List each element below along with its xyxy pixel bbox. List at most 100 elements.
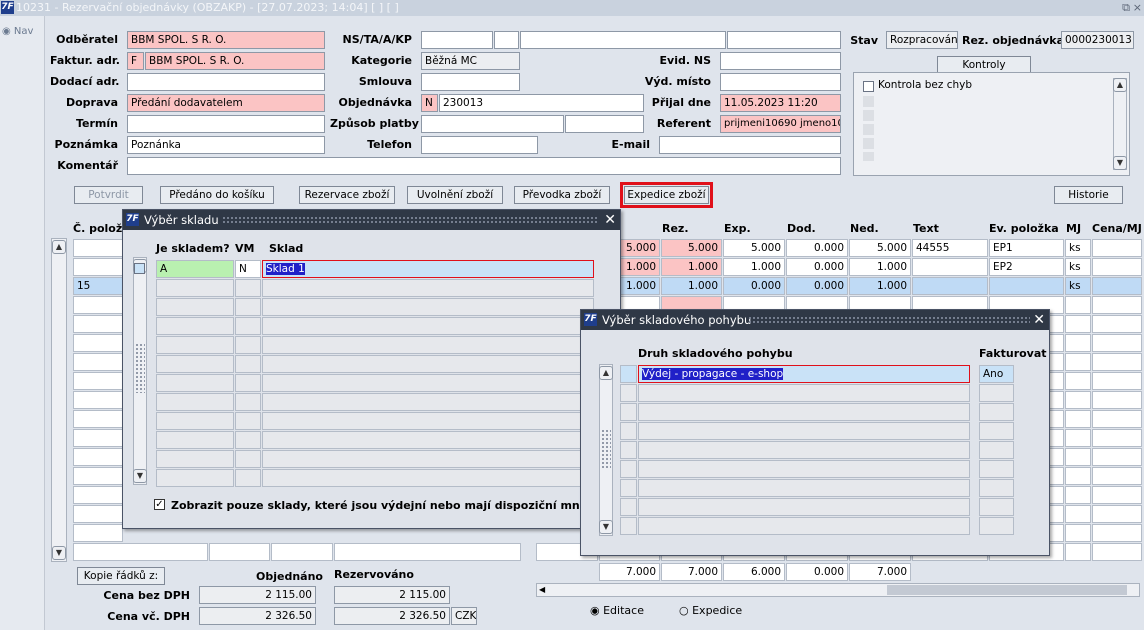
rez-objednavka-field[interactable]: 0000230013: [1061, 31, 1134, 49]
je-skladem-cell[interactable]: [156, 450, 234, 468]
faktur-prefix-field[interactable]: F: [127, 52, 144, 70]
grid-cell-mj[interactable]: ks: [1065, 258, 1091, 276]
nav-toggle[interactable]: ◉ Nav: [2, 26, 33, 37]
faktur-adr-field[interactable]: BBM SPOL. S R. O.: [145, 52, 325, 70]
grid-cell-mj[interactable]: [1065, 486, 1091, 504]
grid-cell-cena[interactable]: [1092, 258, 1142, 276]
fakturovat-cell[interactable]: [979, 479, 1014, 497]
sklad-scrollbar[interactable]: ▲ ▼: [133, 257, 147, 485]
row-cell[interactable]: [209, 543, 270, 561]
grid-cell-mj[interactable]: [1065, 543, 1091, 561]
grid-cell-dod[interactable]: 0.000: [786, 258, 848, 276]
vm-cell[interactable]: [235, 469, 261, 487]
fakturovat-cell[interactable]: [979, 460, 1014, 478]
fakturovat-cell[interactable]: Ano: [979, 365, 1014, 383]
cislo-polozky-cell[interactable]: [73, 505, 123, 523]
vm-cell[interactable]: [235, 374, 261, 392]
sklad-cell[interactable]: Sklad 1: [262, 260, 594, 278]
druh-pohybu-cell[interactable]: [638, 384, 970, 402]
grid-cell-ev[interactable]: EP2: [989, 258, 1064, 276]
dialog-close-icon[interactable]: ✕: [1033, 310, 1045, 330]
je-skladem-cell[interactable]: [156, 393, 234, 411]
je-skladem-cell[interactable]: [156, 298, 234, 316]
sklad-scroll-down-icon[interactable]: ▼: [133, 469, 147, 483]
kontroly-check-icon[interactable]: [863, 81, 874, 92]
dialog-close-icon[interactable]: ✕: [604, 210, 616, 230]
stav-field[interactable]: Rozpracován: [886, 31, 958, 49]
grid-cell-cena[interactable]: [1092, 524, 1142, 542]
vm-cell[interactable]: [235, 355, 261, 373]
row-selector[interactable]: [620, 441, 637, 459]
vm-cell[interactable]: [235, 279, 261, 297]
fakturovat-cell[interactable]: [979, 384, 1014, 402]
grid-cell-mj[interactable]: [1065, 315, 1091, 333]
vyd-misto-field[interactable]: [720, 73, 841, 91]
row-selector[interactable]: [620, 422, 637, 440]
sklad-cell[interactable]: [262, 279, 594, 297]
grid-cell-cena[interactable]: [1092, 410, 1142, 428]
vm-cell[interactable]: [235, 336, 261, 354]
row-selector[interactable]: [620, 365, 637, 383]
je-skladem-cell[interactable]: [156, 317, 234, 335]
grid-cell-mj[interactable]: [1065, 391, 1091, 409]
row-selector[interactable]: [620, 460, 637, 478]
grid-cell-mj[interactable]: [1065, 429, 1091, 447]
sklad-cell[interactable]: [262, 393, 594, 411]
cislo-polozky-cell[interactable]: [73, 372, 123, 390]
grid-cell-dod[interactable]: 0.000: [786, 239, 848, 257]
scroll-left-icon[interactable]: ◀: [539, 585, 545, 594]
ns-field-1[interactable]: [421, 31, 493, 49]
h-scroll-thumb[interactable]: [887, 585, 1127, 595]
je-skladem-cell[interactable]: [156, 355, 234, 373]
cislo-polozky-cell[interactable]: [73, 353, 123, 371]
email-field[interactable]: [659, 136, 841, 154]
grid-cell-dod[interactable]: 0.000: [786, 277, 848, 295]
sklad-cell[interactable]: [262, 412, 594, 430]
grid-cell-cena[interactable]: [1092, 467, 1142, 485]
grid-cell-cena[interactable]: [1092, 486, 1142, 504]
restore-icon[interactable]: ⧉: [1122, 0, 1130, 16]
smlouva-field[interactable]: [421, 73, 520, 91]
historie-button[interactable]: Historie: [1054, 186, 1123, 204]
rezervace-zbozi-button[interactable]: Rezervace zboží: [299, 186, 395, 204]
vm-cell[interactable]: [235, 317, 261, 335]
grid-scroll-down-icon[interactable]: ▼: [52, 546, 66, 560]
row-cell[interactable]: [334, 543, 521, 561]
grid-cell-rez[interactable]: 1.000: [661, 277, 722, 295]
cislo-polozky-cell[interactable]: [73, 315, 123, 333]
row-cell[interactable]: [271, 543, 333, 561]
druh-pohybu-cell[interactable]: [638, 517, 970, 535]
ns-field-3[interactable]: [520, 31, 726, 49]
row-selector[interactable]: [620, 517, 637, 535]
vm-cell[interactable]: N: [235, 260, 261, 278]
druh-pohybu-cell[interactable]: [638, 403, 970, 421]
grid-cell-mj[interactable]: [1065, 334, 1091, 352]
grid-cell-cena[interactable]: [1092, 277, 1142, 295]
row-selector[interactable]: [134, 263, 145, 274]
druh-pohybu-cell[interactable]: [638, 441, 970, 459]
grid-cell-text[interactable]: [912, 258, 988, 276]
row-cell[interactable]: [73, 543, 208, 561]
cislo-polozky-cell[interactable]: [73, 296, 123, 314]
kontroly-scrollbar[interactable]: ▲ ▼: [1113, 78, 1127, 170]
grid-cell-mj[interactable]: [1065, 353, 1091, 371]
zobrazit-checkbox[interactable]: ✓: [154, 499, 165, 510]
sklad-cell[interactable]: [262, 450, 594, 468]
grid-cell-text[interactable]: 44555: [912, 239, 988, 257]
je-skladem-cell[interactable]: [156, 279, 234, 297]
fakturovat-cell[interactable]: [979, 422, 1014, 440]
grid-cell-rez[interactable]: 1.000: [661, 258, 722, 276]
cislo-polozky-cell[interactable]: [73, 334, 123, 352]
je-skladem-cell[interactable]: [156, 336, 234, 354]
predano-do-kosiku-button[interactable]: Předáno do košíku: [160, 186, 274, 204]
objednavka-prefix-field[interactable]: N: [421, 94, 438, 112]
vm-cell[interactable]: [235, 450, 261, 468]
druh-pohybu-cell[interactable]: Výdej - propagace - e-shop: [638, 365, 970, 383]
cislo-polozky-cell[interactable]: [73, 486, 123, 504]
grid-cell-cena[interactable]: [1092, 334, 1142, 352]
sklad-cell[interactable]: [262, 469, 594, 487]
grid-cell-cena[interactable]: [1092, 543, 1142, 561]
close-window-icon[interactable]: ×: [1133, 0, 1142, 16]
sklad-cell[interactable]: [262, 374, 594, 392]
grid-cell-mj[interactable]: [1065, 296, 1091, 314]
